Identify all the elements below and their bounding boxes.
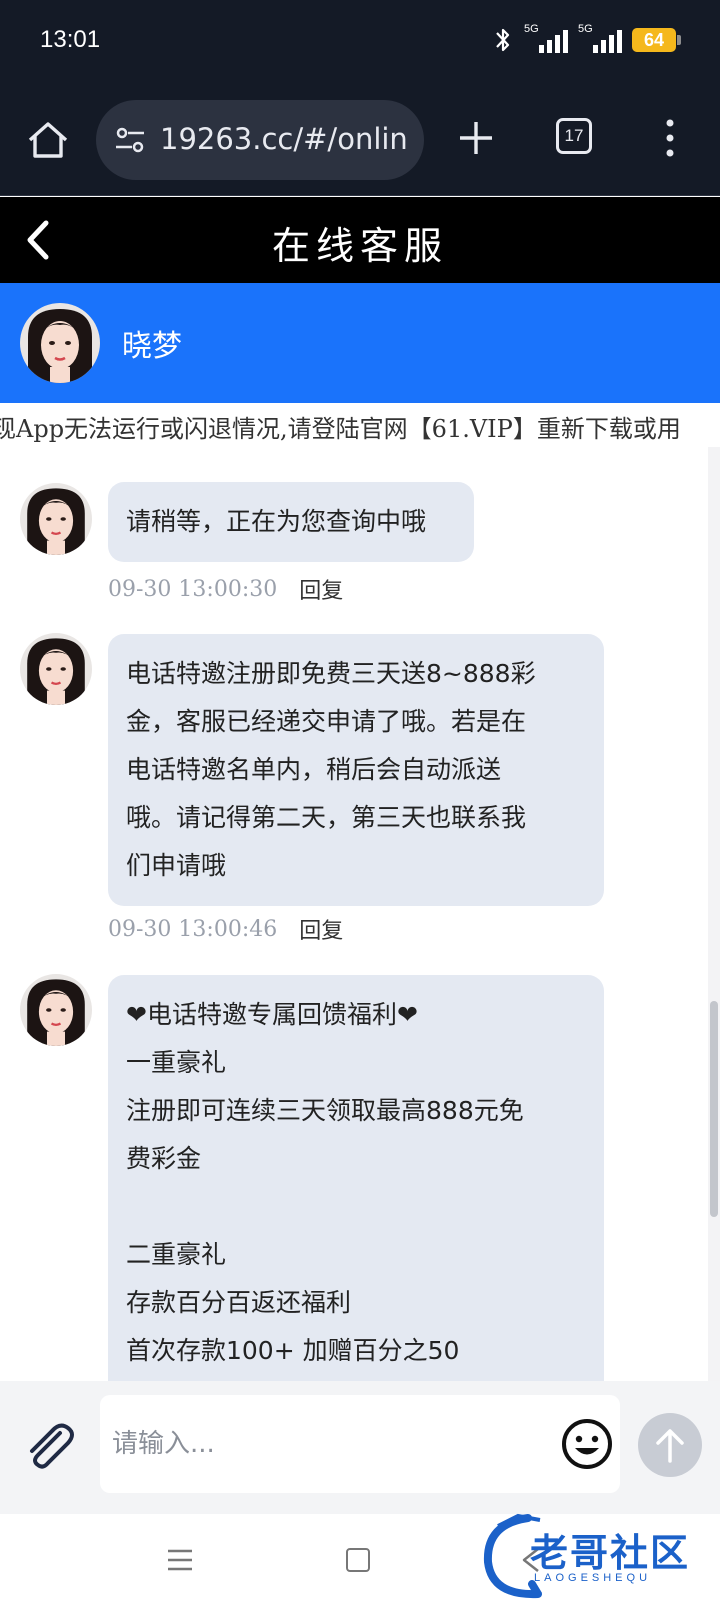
url-text[interactable]: 19263.cc/#/onlin — [160, 122, 410, 156]
status-icons: 5G 5G 64 — [492, 23, 681, 56]
site-settings-icon[interactable] — [114, 126, 146, 154]
message-time: 09-30 13:00:46 — [108, 916, 278, 942]
page-header: 在线客服 — [0, 197, 720, 283]
tabs-icon[interactable]: 17 — [556, 118, 592, 154]
signal-label: 5G — [578, 23, 593, 35]
signal-icon: 5G — [578, 23, 622, 55]
recents-icon[interactable] — [166, 1548, 194, 1572]
plus-icon[interactable] — [456, 118, 496, 158]
more-vertical-icon[interactable] — [660, 116, 680, 160]
message-time: 09-30 13:00:30 — [108, 576, 278, 602]
agent-avatar — [20, 303, 100, 383]
watermark-logo: 老哥社区 LAOGESHEQU — [478, 1510, 710, 1602]
paperclip-icon[interactable] — [22, 1419, 78, 1475]
message-bubble: ❤电话特邀专属回馈福利❤ 一重豪礼 注册即可连续三天领取最高888元免 费彩金 … — [108, 975, 604, 1381]
message-bubble: 请稍等，正在为您查询中哦 — [108, 482, 474, 562]
agent-header: 晓梦 — [0, 283, 720, 403]
send-button[interactable] — [638, 1413, 702, 1477]
agent-avatar — [20, 974, 92, 1046]
signal-label: 5G — [524, 23, 539, 35]
smiley-icon[interactable] — [560, 1417, 614, 1471]
address-bar[interactable]: 19263.cc/#/onlin — [96, 100, 424, 180]
signal-icon: 5G — [524, 23, 568, 55]
notice-text: 现App无法运行或闪退情况,请登陆官网【61.VIP】重新下载或用 — [0, 415, 681, 443]
chat-scrollbar[interactable] — [708, 447, 720, 1381]
agent-name: 晓梦 — [122, 329, 182, 364]
arrow-up-icon — [656, 1429, 684, 1463]
watermark-subtext: LAOGESHEQU — [534, 1572, 652, 1584]
message-meta: 09-30 13:00:46 回复 — [108, 913, 343, 945]
system-nav-bar: 老哥社区 LAOGESHEQU — [0, 1513, 720, 1604]
chat-area[interactable]: 请稍等，正在为您查询中哦 09-30 13:00:30 回复 电话特邀注册即免费… — [0, 447, 720, 1381]
page-title: 在线客服 — [271, 224, 448, 268]
reply-link[interactable]: 回复 — [299, 573, 343, 605]
status-bar: 13:01 5G 5G 64 — [0, 0, 720, 88]
home-icon[interactable] — [26, 118, 70, 162]
notice-marquee: 现App无法运行或闪退情况,请登陆官网【61.VIP】重新下载或用 — [0, 403, 720, 447]
message-meta: 09-30 13:00:30 回复 — [108, 573, 343, 605]
message-bubble: 电话特邀注册即免费三天送8~888彩 金，客服已经递交申请了哦。若是在 电话特邀… — [108, 634, 604, 906]
message-input[interactable] — [100, 1395, 620, 1493]
home-square-icon[interactable] — [346, 1548, 370, 1572]
scrollbar-thumb[interactable] — [710, 1001, 718, 1217]
watermark-text: 老哥社区 — [530, 1531, 691, 1575]
status-time: 13:01 — [40, 26, 101, 53]
agent-avatar — [20, 483, 92, 555]
input-bar — [0, 1381, 720, 1514]
browser-toolbar: 19263.cc/#/onlin 17 — [0, 88, 720, 196]
reply-link[interactable]: 回复 — [299, 913, 343, 945]
battery-icon: 64 — [632, 28, 681, 52]
bluetooth-icon — [496, 28, 510, 52]
agent-avatar — [20, 633, 92, 705]
